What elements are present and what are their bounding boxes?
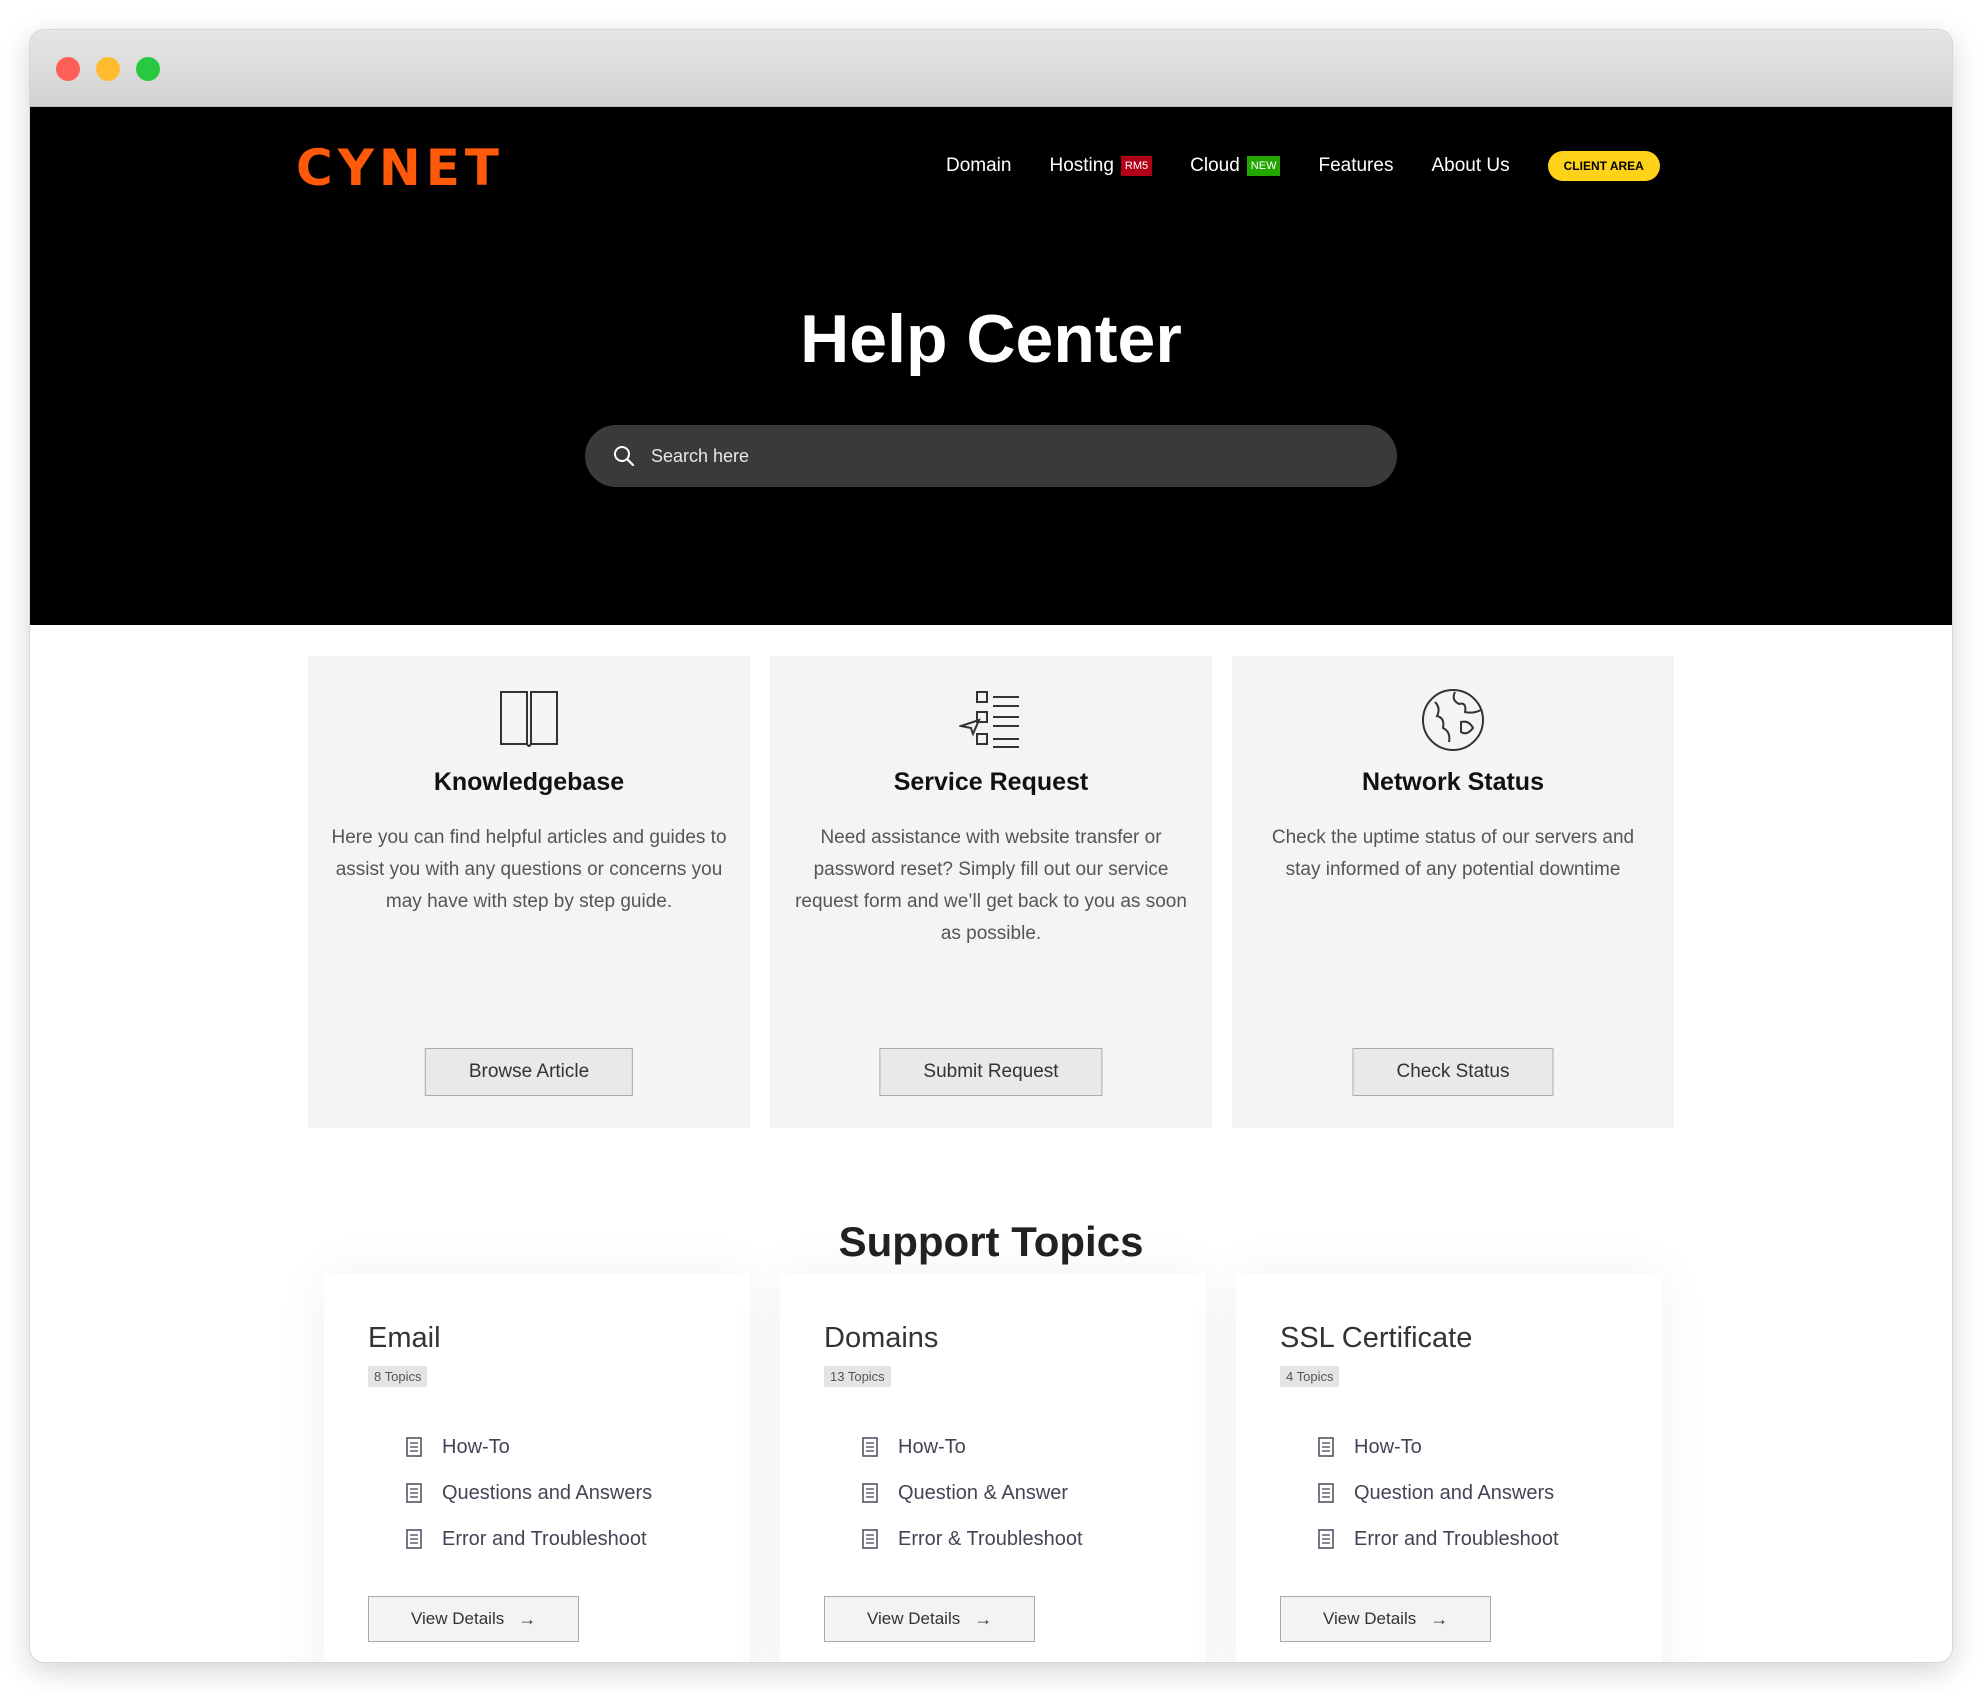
topic-title: Email bbox=[368, 1322, 441, 1354]
topic-link-label: Question & Answer bbox=[898, 1481, 1069, 1504]
card-title: Knowledgebase bbox=[433, 768, 625, 796]
button-label: View Details bbox=[1323, 1609, 1417, 1628]
topic-link[interactable]: Error and Troubleshoot bbox=[1318, 1516, 1559, 1562]
document-icon bbox=[406, 1437, 422, 1457]
document-icon bbox=[862, 1437, 878, 1457]
topic-link-label: How-To bbox=[898, 1435, 966, 1458]
knowledgebase-card: Knowledgebase Here you can find helpful … bbox=[308, 656, 750, 1128]
logo[interactable]: CYNET bbox=[296, 139, 504, 197]
search-bar[interactable] bbox=[585, 425, 1397, 487]
topic-link-label: How-To bbox=[442, 1435, 510, 1458]
document-icon bbox=[1318, 1483, 1334, 1503]
topic-link[interactable]: Error & Troubleshoot bbox=[862, 1516, 1083, 1562]
minimize-window-button[interactable] bbox=[96, 57, 120, 81]
view-details-button[interactable]: View Details → bbox=[1280, 1596, 1492, 1642]
price-badge: RM5 bbox=[1120, 156, 1153, 176]
main-nav: Domain Hosting RM5 Cloud NEW Features Ab… bbox=[946, 141, 1660, 191]
document-icon bbox=[1318, 1437, 1334, 1457]
topic-link[interactable]: Question and Answers bbox=[1318, 1470, 1559, 1516]
browse-article-button[interactable]: Browse Article bbox=[424, 1048, 634, 1096]
arrow-right-icon: → bbox=[518, 1608, 537, 1629]
card-title: Service Request bbox=[893, 768, 1089, 796]
support-topics-title: Support Topics bbox=[838, 1218, 1144, 1265]
topic-link-label: Error and Troubleshoot bbox=[1354, 1527, 1559, 1550]
nav-item-domain[interactable]: Domain bbox=[946, 155, 1011, 177]
service-request-card: Service Request Need assistance with web… bbox=[770, 656, 1212, 1128]
check-status-button[interactable]: Check Status bbox=[1352, 1048, 1554, 1096]
card-description: Check the uptime status of our servers a… bbox=[1271, 827, 1635, 880]
checklist-icon bbox=[959, 691, 1019, 748]
document-icon bbox=[862, 1483, 878, 1503]
topic-link-label: Error and Troubleshoot bbox=[442, 1527, 647, 1550]
document-icon bbox=[862, 1529, 878, 1549]
button-label: View Details bbox=[867, 1609, 961, 1628]
topic-link-label: How-To bbox=[1354, 1435, 1422, 1458]
new-badge: NEW bbox=[1246, 156, 1281, 176]
topic-link-label: Questions and Answers bbox=[442, 1481, 653, 1504]
nav-item-hosting[interactable]: Hosting RM5 bbox=[1049, 155, 1153, 177]
arrow-right-icon: → bbox=[1430, 1608, 1449, 1629]
topic-count-badge: 8 Topics bbox=[368, 1366, 428, 1387]
nav-item-cloud[interactable]: Cloud NEW bbox=[1190, 155, 1281, 177]
nav-item-label: Features bbox=[1318, 155, 1394, 176]
browser-window: CYNET Domain Hosting RM5 Cloud NEW Featu… bbox=[30, 30, 1952, 1662]
topic-title: SSL Certificate bbox=[1280, 1322, 1473, 1354]
search-icon bbox=[614, 446, 635, 467]
card-description: Here you can find helpful articles and g… bbox=[331, 827, 727, 912]
card-description: Need assistance with website transfer or… bbox=[795, 827, 1187, 944]
document-icon bbox=[1318, 1529, 1334, 1549]
nav-item-about-us[interactable]: About Us bbox=[1431, 155, 1509, 177]
globe-icon bbox=[1422, 689, 1484, 751]
topic-link-list: How-To Questions and Answers Error and T… bbox=[406, 1424, 652, 1562]
view-details-button[interactable]: View Details → bbox=[368, 1596, 580, 1642]
document-icon bbox=[406, 1529, 422, 1549]
topic-title: Domains bbox=[824, 1322, 939, 1354]
topic-count-badge: 13 Topics bbox=[824, 1366, 891, 1387]
hero-section: CYNET Domain Hosting RM5 Cloud NEW Featu… bbox=[30, 107, 1952, 625]
topic-link[interactable]: How-To bbox=[406, 1424, 652, 1470]
support-topics: Email 8 Topics How-To Questions and Answ… bbox=[324, 1274, 1662, 1662]
network-status-card: Network Status Check the uptime status o… bbox=[1232, 656, 1674, 1128]
card-title: Network Status bbox=[1362, 768, 1544, 796]
nav-item-features[interactable]: Features bbox=[1318, 155, 1393, 177]
nav-item-label: Cloud bbox=[1190, 155, 1240, 176]
topic-link[interactable]: Question & Answer bbox=[862, 1470, 1083, 1516]
topic-link[interactable]: How-To bbox=[1318, 1424, 1559, 1470]
submit-request-button[interactable]: Submit Request bbox=[879, 1048, 1103, 1096]
document-icon bbox=[406, 1483, 422, 1503]
topic-card-email: Email 8 Topics How-To Questions and Answ… bbox=[324, 1274, 750, 1662]
nav-item-label: About Us bbox=[1431, 155, 1510, 176]
topic-link-list: How-To Question and Answers Error and Tr… bbox=[1318, 1424, 1559, 1562]
topic-link-label: Question and Answers bbox=[1354, 1481, 1555, 1504]
button-label: View Details bbox=[411, 1609, 505, 1628]
book-icon bbox=[500, 691, 558, 747]
topic-card-ssl-certificate: SSL Certificate 4 Topics How-To Question… bbox=[1236, 1274, 1662, 1662]
client-area-button[interactable]: CLIENT AREA bbox=[1547, 151, 1660, 181]
search-input[interactable] bbox=[649, 444, 1353, 468]
topic-link-label: Error & Troubleshoot bbox=[898, 1527, 1083, 1550]
topic-link[interactable]: Error and Troubleshoot bbox=[406, 1516, 652, 1562]
close-window-button[interactable] bbox=[56, 57, 80, 81]
view-details-button[interactable]: View Details → bbox=[824, 1596, 1036, 1642]
arrow-right-icon: → bbox=[974, 1608, 993, 1629]
topic-count-badge: 4 Topics bbox=[1280, 1366, 1340, 1387]
nav-item-label: Hosting bbox=[1049, 155, 1114, 176]
nav-item-label: Domain bbox=[946, 155, 1012, 176]
topic-link[interactable]: Questions and Answers bbox=[406, 1470, 652, 1516]
topic-link-list: How-To Question & Answer Error & Trouble… bbox=[862, 1424, 1083, 1562]
topic-link[interactable]: How-To bbox=[862, 1424, 1083, 1470]
maximize-window-button[interactable] bbox=[136, 57, 160, 81]
help-cards: Knowledgebase Here you can find helpful … bbox=[308, 656, 1674, 1128]
page-title: Help Center bbox=[800, 301, 1182, 377]
topic-card-domains: Domains 13 Topics How-To Question & Answ… bbox=[780, 1274, 1206, 1662]
window-titlebar bbox=[30, 30, 1952, 107]
